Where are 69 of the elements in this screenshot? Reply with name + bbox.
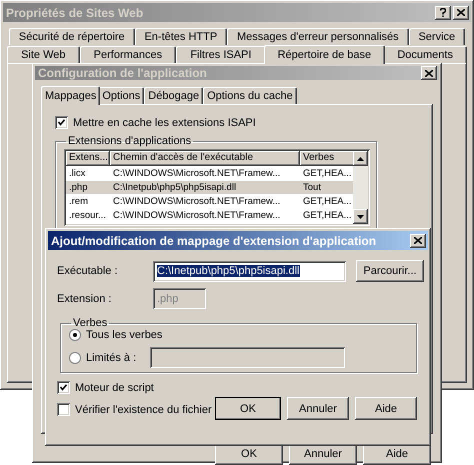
tab[interactable]: En-têtes HTTP	[134, 28, 228, 45]
column-header[interactable]: Verbes	[300, 151, 355, 166]
tab[interactable]: Site Web	[7, 46, 80, 63]
list-row[interactable]: .php C:\Inetpub\php5\php5isapi.dll Tout	[66, 181, 353, 194]
window-title: Configuration de l'application	[38, 66, 207, 80]
input-field[interactable]: C:\Inetpub\php5\php5isapi.dll	[153, 260, 346, 282]
list-cell-text: C:\WINDOWS\Microsoft.NET\Framew...	[112, 167, 282, 180]
list-view[interactable]	[64, 149, 370, 226]
close-button[interactable]	[421, 66, 437, 80]
radio-label: Tous les verbes	[86, 329, 162, 341]
dialog-button[interactable]: OK	[215, 397, 281, 420]
dialog-button[interactable]: Aide	[355, 397, 417, 420]
check-icon	[58, 119, 65, 126]
browse-button[interactable]: Parcourir...	[356, 260, 424, 282]
close-button[interactable]	[453, 6, 469, 20]
help-icon	[440, 8, 446, 17]
list-row[interactable]: .resour... C:\WINDOWS\Microsoft.NET\Framew... GET,HEA...	[66, 209, 353, 222]
list-row[interactable]: .licx C:\WINDOWS\Microsoft.NET\Framew... GET,HEA...	[66, 167, 353, 180]
list-cell-text: Tout	[302, 181, 322, 194]
column-header[interactable]: Extens...	[66, 151, 110, 166]
scrollbar[interactable]	[353, 151, 368, 224]
checkbox[interactable]	[57, 403, 70, 416]
window-title: Propriétés de Sites Web	[6, 6, 144, 20]
close-icon	[457, 9, 465, 16]
checkbox-label: Moteur de script	[75, 382, 154, 394]
tab[interactable]: Mappages	[41, 86, 100, 105]
tab[interactable]: Performances	[80, 46, 176, 63]
list-cell-text: GET,HEA...	[302, 195, 353, 208]
list-cell-text: C:\WINDOWS\Microsoft.NET\Framew...	[112, 209, 282, 222]
tab[interactable]: Documents	[383, 46, 468, 63]
list-cell-text: .resour...	[68, 209, 107, 222]
list-cell-text: .rem	[68, 195, 89, 208]
list-cell-text: GET,HEA...	[302, 167, 353, 180]
radio-button[interactable]	[69, 352, 81, 364]
tab[interactable]: Service	[408, 28, 466, 45]
tab[interactable]: Répertoire de base	[264, 45, 386, 64]
group-title: Extensions d'applications	[67, 135, 192, 147]
close-icon	[414, 237, 422, 244]
group-title: Verbes	[72, 317, 108, 329]
list-cell-text: C:\Inetpub\php5\php5isapi.dll	[112, 181, 238, 194]
tab[interactable]: Débogage	[144, 87, 204, 104]
input-field[interactable]	[150, 347, 345, 368]
radio-button[interactable]	[69, 329, 81, 341]
checkbox-label: Mettre en cache les extensions ISAPI	[73, 116, 256, 128]
column-header[interactable]: Chemin d'accès de l'exécutable	[110, 151, 300, 166]
field-label: Exécutable :	[57, 265, 119, 277]
list-cell-text: .php	[68, 181, 88, 194]
down-arrow-icon	[357, 214, 364, 218]
field-label: Extension :	[57, 292, 112, 304]
list-cell-text: C:\WINDOWS\Microsoft.NET\Framew...	[112, 195, 282, 208]
tab[interactable]: Options	[98, 87, 144, 104]
list-row[interactable]: .rem C:\WINDOWS\Microsoft.NET\Framew... GET,HEA...	[66, 195, 353, 208]
checkbox[interactable]	[57, 381, 70, 394]
help-button[interactable]	[435, 6, 451, 20]
check-icon	[60, 384, 67, 391]
checkbox[interactable]	[55, 116, 68, 129]
dialog-button[interactable]: Annuler	[287, 397, 349, 420]
checkbox-label: Vérifier l'existence du fichier	[75, 404, 212, 416]
tab[interactable]: Sécurité de répertoire	[9, 28, 135, 45]
tab[interactable]: Messages d'erreur personnalisés	[227, 28, 409, 45]
close-icon	[425, 70, 433, 76]
list-cell-text: .licx	[68, 167, 86, 180]
tab[interactable]: Filtres ISAPI	[176, 46, 266, 63]
list-cell-text: GET,HEA...	[302, 209, 353, 222]
close-button[interactable]	[410, 234, 426, 248]
radio-label: Limités à :	[86, 352, 136, 364]
up-arrow-icon	[357, 156, 364, 160]
tab[interactable]: Options du cache	[203, 87, 297, 104]
window-title: Ajout/modification de mappage d'extension d'application	[51, 234, 376, 248]
